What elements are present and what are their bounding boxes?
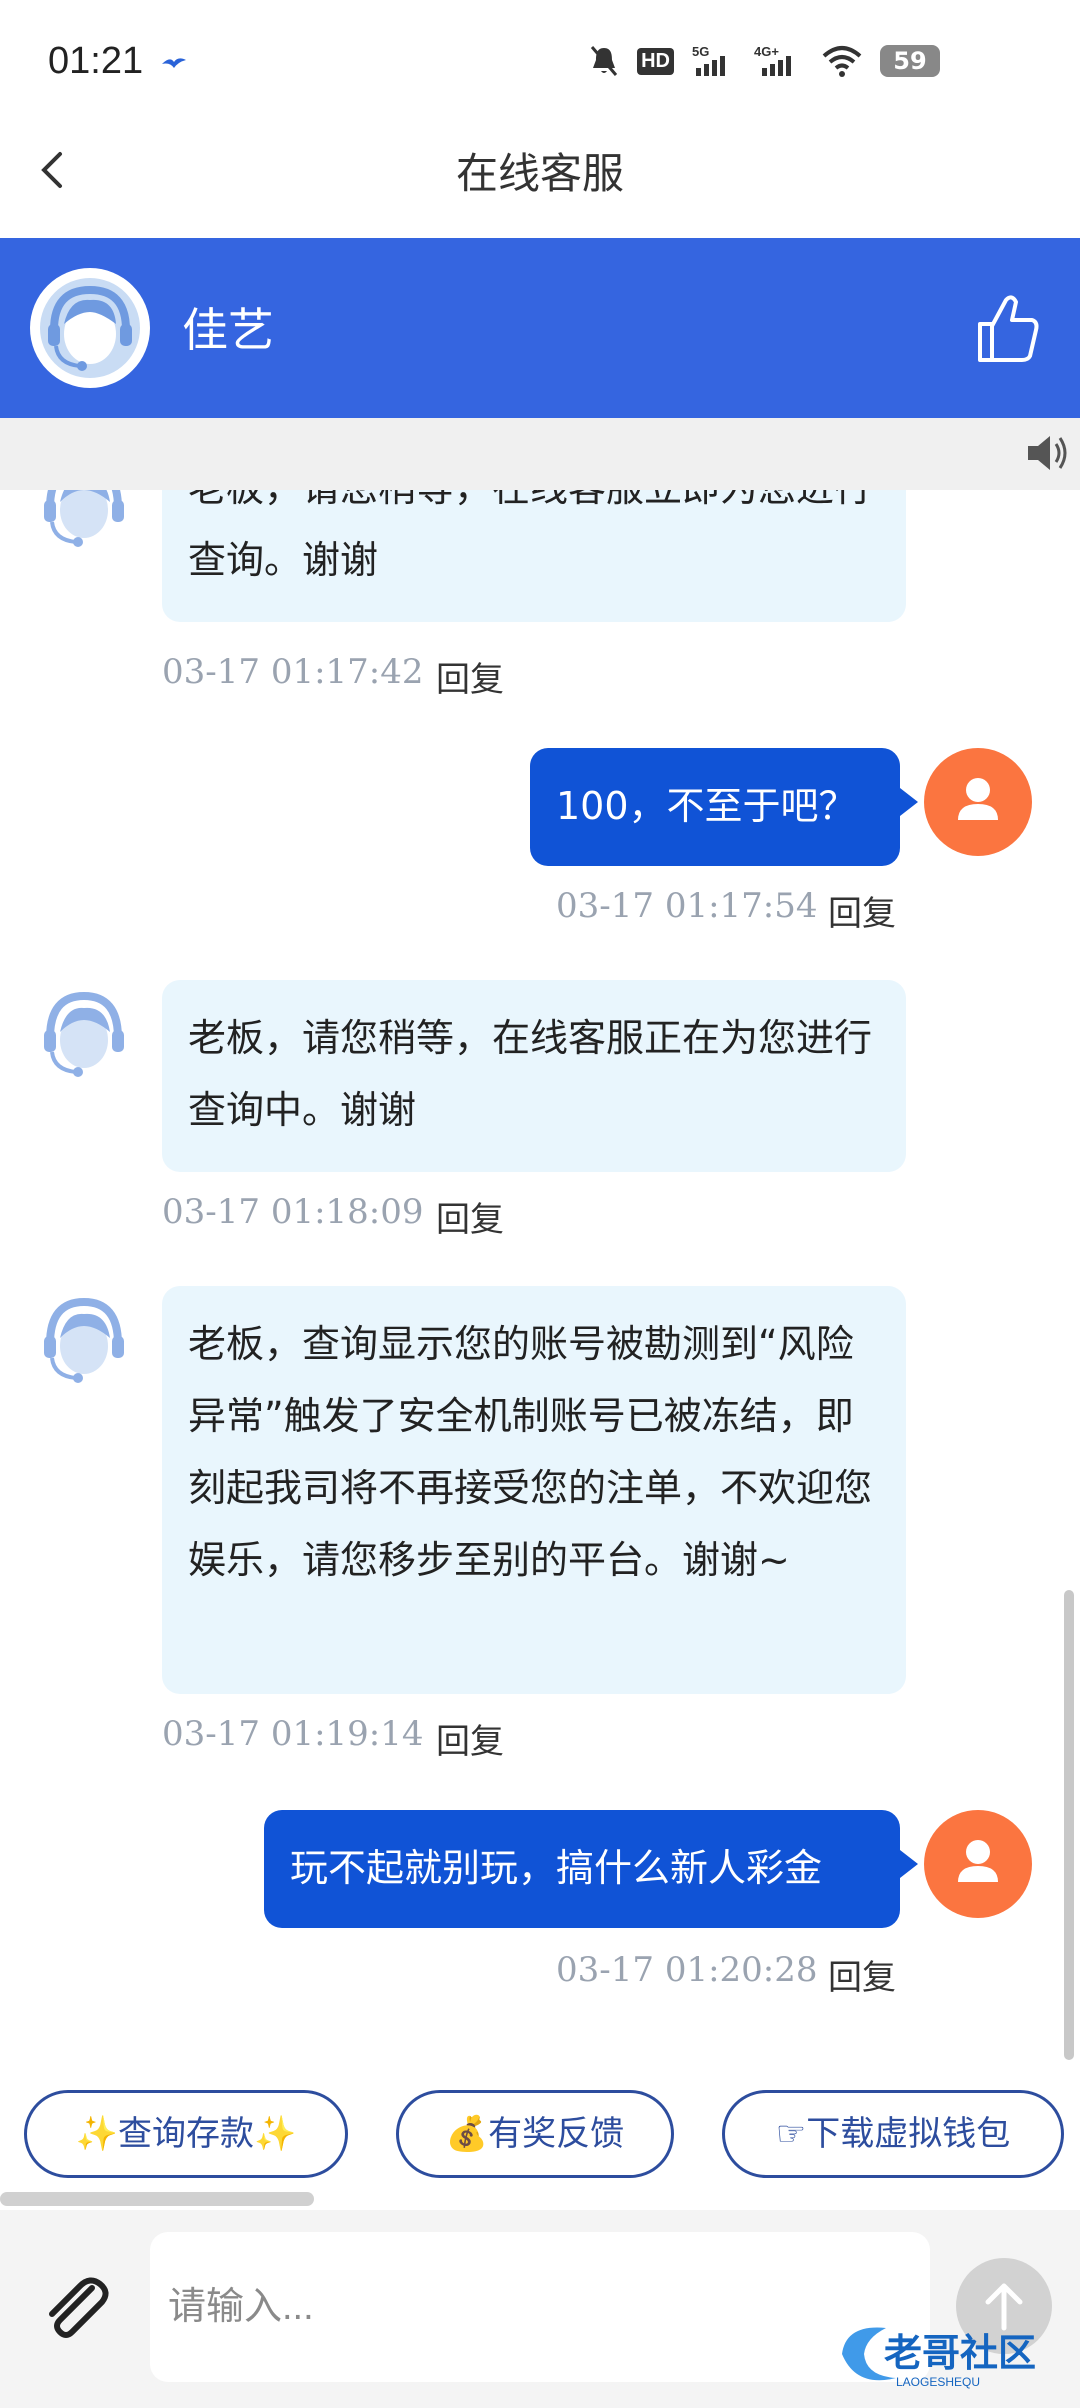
signal-4g-icon: 4G+ [754, 44, 791, 76]
svg-text:LAOGESHEQU: LAOGESHEQU [896, 2375, 980, 2389]
quick-actions-scrollbar[interactable] [0, 2192, 314, 2206]
user-message-bubble: 100，不至于吧？ [530, 748, 918, 866]
agent-headset-icon [34, 272, 146, 384]
reply-link[interactable]: 回复 [436, 1714, 504, 1763]
svg-text:5G: 5G [692, 44, 709, 59]
mute-bell-icon [590, 46, 618, 76]
status-icons: HD 5G 4G+ 59 [589, 44, 940, 78]
message-timestamp: 03-17 01:18:09 [162, 1192, 424, 1232]
hd-icon: HD [637, 44, 674, 78]
battery-icon: 59 [880, 45, 940, 77]
agent-avatar-icon [44, 490, 124, 547]
message-input[interactable] [150, 2232, 930, 2382]
agent-message-bubble: 老板，查询显示您的账号被勘测到“风险异常”触发了安全机制账号已被冻结，即刻起我司… [162, 1286, 906, 1694]
message-timestamp: 03-17 01:17:42 [162, 652, 424, 692]
user-message-bubble: 玩不起就别玩，搞什么新人彩金 [264, 1810, 918, 1928]
thumbs-up-icon[interactable] [972, 288, 1042, 368]
agent-header: 佳艺 [0, 238, 1080, 418]
agent-message-bubble: 老板，请您稍等，在线客服正在为您进行查询中。谢谢 [162, 980, 906, 1172]
watermark-logo: 老哥社区 LAOGESHEQU [842, 2327, 1036, 2389]
page-title: 在线客服 [455, 149, 624, 198]
reply-link[interactable]: 回复 [436, 1192, 504, 1241]
message-timestamp: 03-17 01:17:54 [556, 886, 818, 926]
agent-message-bubble: 老板，请您稍等，在线客服立即为您进行查询。谢谢 [162, 490, 906, 622]
agent-name: 佳艺 [182, 303, 274, 357]
user-person-icon [958, 778, 998, 820]
wifi-icon [822, 46, 862, 77]
user-avatar [924, 748, 1032, 856]
chat-scrollbar[interactable] [1064, 1590, 1074, 2060]
signal-5g-icon: 5G [692, 44, 725, 76]
reply-link[interactable]: 回复 [436, 652, 504, 701]
agent-avatar-icon [44, 1297, 124, 1383]
user-avatar [924, 1810, 1032, 1918]
paperclip-icon[interactable] [36, 2268, 116, 2348]
reply-link[interactable]: 回复 [828, 1950, 896, 1999]
status-time: 01:21 [48, 40, 144, 82]
bird-icon [162, 58, 186, 68]
feedback-reward-button[interactable]: 💰有奖反馈 [396, 2090, 674, 2178]
download-wallet-button[interactable]: ☞下载虚拟钱包 [722, 2090, 1064, 2178]
notice-strip [0, 418, 1080, 490]
svg-text:4G+: 4G+ [754, 44, 779, 59]
reply-link[interactable]: 回复 [828, 886, 896, 935]
query-deposit-button[interactable]: ✨查询存款✨ [24, 2090, 348, 2178]
user-person-icon [958, 1840, 998, 1882]
agent-avatar-icon [44, 991, 124, 1077]
agent-avatar [30, 268, 150, 388]
status-bar: 01:21 HD 5G 4G+ 59 [0, 0, 1080, 130]
svg-text:老哥社区: 老哥社区 [884, 2331, 1036, 2375]
message-timestamp: 03-17 01:19:14 [162, 1714, 424, 1754]
chat-messages[interactable]: 老板，请您稍等，在线客服立即为您进行查询。谢谢 03-17 01:17:42 回… [0, 490, 1080, 2060]
speaker-icon [1028, 436, 1067, 470]
message-timestamp: 03-17 01:20:28 [556, 1950, 818, 1990]
